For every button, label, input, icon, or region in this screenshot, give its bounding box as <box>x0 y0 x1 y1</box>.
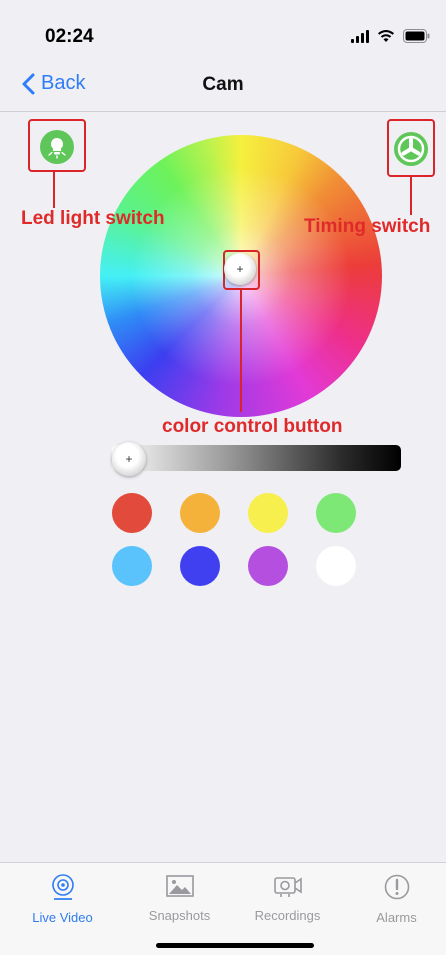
swatch-red[interactable] <box>112 493 152 533</box>
swatch-white[interactable] <box>316 546 356 586</box>
crosshair-icon: + <box>236 262 244 276</box>
tab-alarms[interactable]: Alarms <box>341 873 446 925</box>
clock-icon <box>397 135 425 163</box>
swatch-green[interactable] <box>316 493 356 533</box>
tab-snapshots-label: Snapshots <box>148 908 211 923</box>
tab-live-video-label: Live Video <box>32 910 93 925</box>
tab-live-video[interactable]: Live Video <box>7 873 118 925</box>
brightness-slider[interactable] <box>112 445 401 471</box>
battery-icon <box>403 29 430 43</box>
status-time: 02:24 <box>45 26 94 47</box>
image-icon <box>165 875 194 897</box>
tab-recordings-label: Recordings <box>254 908 321 923</box>
tab-snapshots[interactable]: Snapshots <box>124 873 235 923</box>
color-control-knob[interactable]: + <box>224 253 256 285</box>
swatch-purple[interactable] <box>248 546 288 586</box>
light-bulb-icon <box>48 137 66 159</box>
led-annotation-line <box>53 172 55 208</box>
swatch-orange[interactable] <box>180 493 220 533</box>
tab-alarms-label: Alarms <box>376 910 417 925</box>
color-annotation: color control button <box>162 416 343 437</box>
timing-annotation: Timing switch <box>304 216 431 237</box>
cellular-signal-icon <box>351 29 369 43</box>
page-title: Cam <box>202 74 244 95</box>
alert-icon <box>384 874 409 900</box>
timing-annotation-line <box>410 177 412 215</box>
brightness-slider-thumb[interactable]: + <box>112 442 146 476</box>
led-annotation: Led light switch <box>21 208 165 229</box>
swatch-yellow[interactable] <box>248 493 288 533</box>
crosshair-icon: + <box>125 452 133 466</box>
home-indicator <box>156 943 314 948</box>
color-annotation-line <box>240 290 242 412</box>
live-video-icon <box>51 874 74 900</box>
video-camera-icon <box>273 877 302 897</box>
timing-switch[interactable] <box>394 132 428 166</box>
tab-recordings[interactable]: Recordings <box>232 873 343 923</box>
tab-bar: Live Video Snapshots Recordings Alarms <box>0 862 446 955</box>
led-light-switch[interactable] <box>40 130 74 164</box>
swatch-blue[interactable] <box>180 546 220 586</box>
swatch-sky-blue[interactable] <box>112 546 152 586</box>
status-icons <box>351 28 430 44</box>
wifi-icon <box>378 30 394 42</box>
nav-divider <box>0 111 446 112</box>
